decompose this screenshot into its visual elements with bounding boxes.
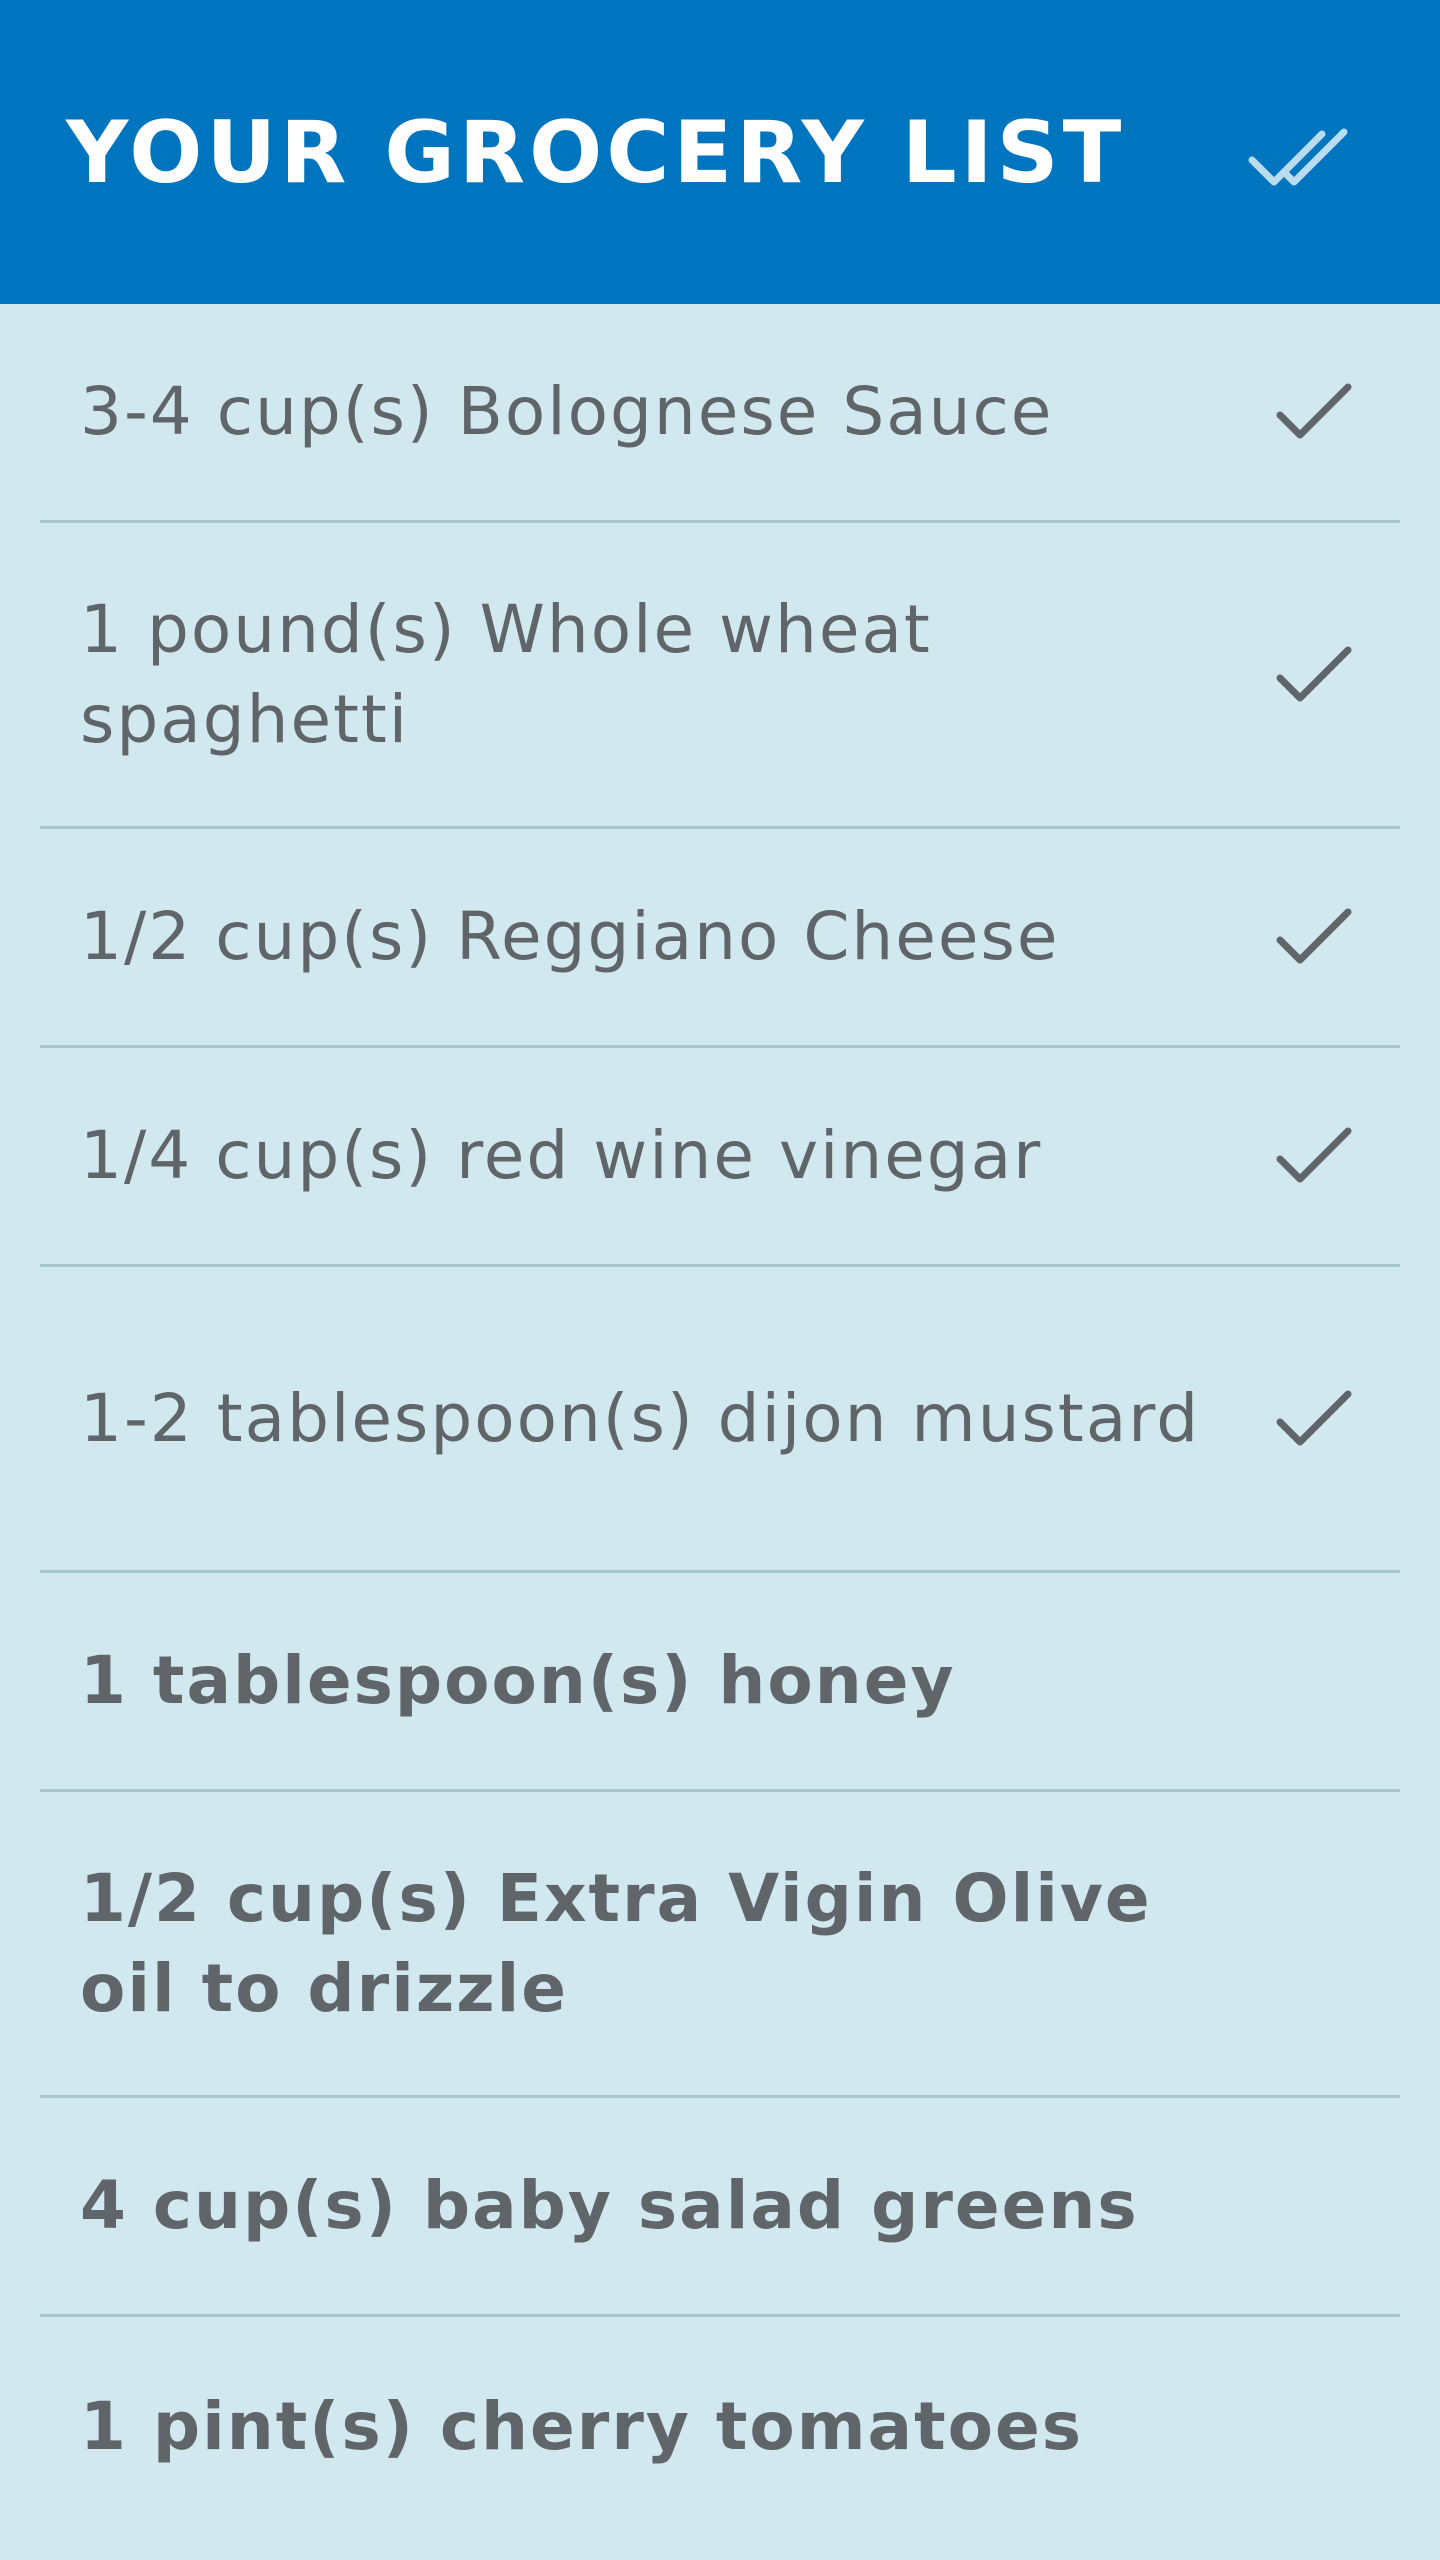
item-label: 1 pint(s) cherry tomatoes [80,2387,1084,2465]
list-item[interactable]: 3-4 cup(s) Bolognese Sauce [40,304,1400,523]
list-item[interactable]: 1-2 tablespoon(s) dijon mustard [40,1267,1400,1573]
list-item[interactable]: 1 tablespoon(s) honey [40,1573,1400,1792]
list-item[interactable]: 1 pint(s) cherry tomatoes [40,2317,1400,2536]
grocery-list: 3-4 cup(s) Bolognese Sauce 1 pound(s) Wh… [40,304,1400,2536]
item-label: 1/2 cup(s) Extra Vigin Olive oil to driz… [80,1859,1152,2027]
item-label: 4 cup(s) baby salad greens [80,2167,1139,2244]
item-label: 1-2 tablespoon(s) dijon mustard [80,1379,1201,1457]
checkmark-icon[interactable] [1274,906,1354,968]
list-item[interactable]: 1 pound(s) Whole wheat spaghetti [40,523,1400,829]
double-check-icon[interactable] [1248,116,1358,192]
item-label: 3-4 cup(s) Bolognese Sauce [80,373,1054,450]
checkmark-icon[interactable] [1274,381,1354,443]
list-item[interactable]: 1/2 cup(s) Reggiano Cheese [40,829,1400,1048]
item-label: 1/2 cup(s) Reggiano Cheese [80,898,1060,975]
app-header: YOUR GROCERY LIST [0,0,1440,304]
checkmark-icon[interactable] [1274,1125,1354,1187]
page-title: YOUR GROCERY LIST [66,103,1126,203]
list-item[interactable]: 1/2 cup(s) Extra Vigin Olive oil to driz… [40,1792,1400,2098]
checkmark-icon[interactable] [1274,644,1354,706]
item-label: 1/4 cup(s) red wine vinegar [80,1117,1043,1194]
grocery-list-app: YOUR GROCERY LIST 3-4 cup(s) Bolognese S… [0,0,1440,2560]
checkmark-icon[interactable] [1274,1388,1354,1450]
list-item[interactable]: 4 cup(s) baby salad greens [40,2098,1400,2317]
item-label: 1 tablespoon(s) honey [80,1642,956,1719]
list-item[interactable]: 1/4 cup(s) red wine vinegar [40,1048,1400,1267]
item-label: 1 pound(s) Whole wheat spaghetti [80,590,932,758]
